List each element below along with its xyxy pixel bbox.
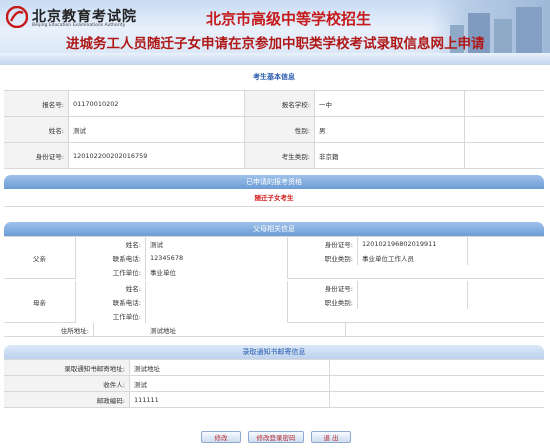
logout-button[interactable]: 退 出 bbox=[311, 431, 351, 443]
name-value: 测试 bbox=[69, 117, 245, 142]
logo-english-name: Beijing Education Examinations Authority bbox=[32, 23, 126, 28]
gender-value: 男 bbox=[315, 117, 465, 142]
mother-id-value bbox=[358, 281, 468, 295]
mail-table: 录取通知书邮寄地址: 测试地址 收件人: 测试 邮政编码: 111111 bbox=[4, 359, 544, 408]
page-header: 北京教育考试院 Beijing Education Examinations A… bbox=[0, 0, 550, 65]
father-phone-value: 12345678 bbox=[146, 251, 288, 265]
table-row: 姓名: 测试 性别: 男 bbox=[4, 117, 544, 143]
mother-work-value bbox=[146, 309, 288, 323]
id-value: 120102200202016759 bbox=[69, 143, 245, 168]
edit-button[interactable]: 修改 bbox=[201, 431, 241, 443]
father-work-value: 事业单位 bbox=[146, 265, 288, 279]
father-id-label: 身份证号: bbox=[288, 237, 358, 251]
father-job-value: 事业单位工作人员 bbox=[358, 251, 468, 265]
address-value: 测试地址 bbox=[146, 323, 346, 336]
table-row: 身份证号: 120102200202016759 考生类别: 非京籍 bbox=[4, 143, 544, 169]
basic-info-table: 报名号: 01170010202 报名学校: 一中 姓名: 测试 性别: 男 身… bbox=[4, 90, 544, 169]
mother-id-label: 身份证号: bbox=[288, 281, 358, 295]
table-row: 工作单位: bbox=[4, 309, 544, 323]
table-row: 住所地址: 测试地址 bbox=[4, 323, 544, 337]
address-label: 住所地址: bbox=[4, 323, 94, 336]
table-row: 收件人: 测试 bbox=[4, 376, 544, 392]
recipient-label: 收件人: bbox=[4, 376, 130, 391]
table-row: 工作单位: 事业单位 bbox=[4, 265, 544, 279]
father-name-label: 姓名: bbox=[76, 237, 146, 251]
table-row: 姓名: 测试 身份证号: 120102196802019911 bbox=[4, 237, 544, 251]
table-row: 邮政编码: 111111 bbox=[4, 392, 544, 408]
mother-name-label: 姓名: bbox=[76, 281, 146, 295]
mother-work-label: 工作单位: bbox=[76, 309, 146, 323]
category-label: 考生类别: bbox=[245, 143, 315, 168]
father-job-label: 职业类别: bbox=[288, 251, 358, 265]
father-phone-label: 联系电话: bbox=[76, 251, 146, 265]
parents-table: 父亲 姓名: 测试 身份证号: 120102196802019911 联系电话:… bbox=[4, 236, 544, 337]
logo-emblem-icon bbox=[6, 6, 28, 28]
mother-job-value bbox=[358, 295, 468, 309]
mother-phone-value bbox=[146, 295, 288, 309]
divider bbox=[4, 206, 544, 207]
qualification-title: 已申请的报考资格 bbox=[4, 175, 544, 189]
mail-title: 录取通知书邮寄信息 bbox=[4, 345, 544, 359]
father-name-value: 测试 bbox=[146, 237, 288, 251]
mother-name-value bbox=[146, 281, 288, 295]
zip-label: 邮政编码: bbox=[4, 392, 130, 407]
reg-no-label: 报名号: bbox=[4, 91, 69, 116]
category-value: 非京籍 bbox=[315, 143, 465, 168]
parents-title: 父母相关信息 bbox=[4, 222, 544, 236]
school-value: 一中 bbox=[315, 91, 465, 116]
change-password-button[interactable]: 修改登录密码 bbox=[248, 431, 304, 443]
id-label: 身份证号: bbox=[4, 143, 69, 168]
basic-info-title: 考生基本信息 bbox=[253, 73, 295, 81]
father-work-label: 工作单位: bbox=[76, 265, 146, 279]
name-label: 姓名: bbox=[4, 117, 69, 142]
header-swoosh bbox=[0, 53, 550, 65]
logo: 北京教育考试院 Beijing Education Examinations A… bbox=[6, 6, 176, 34]
zip-value: 111111 bbox=[130, 392, 330, 407]
mail-address-label: 录取通知书邮寄地址: bbox=[4, 360, 130, 375]
recipient-value: 测试 bbox=[130, 376, 330, 391]
qualification-value: 随迁子女考生 bbox=[254, 194, 294, 202]
table-row: 录取通知书邮寄地址: 测试地址 bbox=[4, 360, 544, 376]
mother-phone-label: 联系电话: bbox=[76, 295, 146, 309]
table-row: 姓名: 身份证号: bbox=[4, 281, 544, 295]
gender-label: 性别: bbox=[245, 117, 315, 142]
mother-job-label: 职业类别: bbox=[288, 295, 358, 309]
mail-address-value: 测试地址 bbox=[130, 360, 330, 375]
reg-no-value: 01170010202 bbox=[69, 91, 245, 116]
page-title: 北京市高级中等学校招生 bbox=[206, 10, 372, 28]
table-row: 联系电话: 职业类别: bbox=[4, 295, 544, 309]
school-label: 报名学校: bbox=[245, 91, 315, 116]
table-row: 联系电话: 12345678 职业类别: 事业单位工作人员 bbox=[4, 251, 544, 265]
page-subtitle: 进城务工人员随迁子女申请在京参加中职类学校考试录取信息网上申请 bbox=[66, 36, 485, 52]
father-id-value: 120102196802019911 bbox=[358, 237, 468, 251]
table-row: 报名号: 01170010202 报名学校: 一中 bbox=[4, 91, 544, 117]
